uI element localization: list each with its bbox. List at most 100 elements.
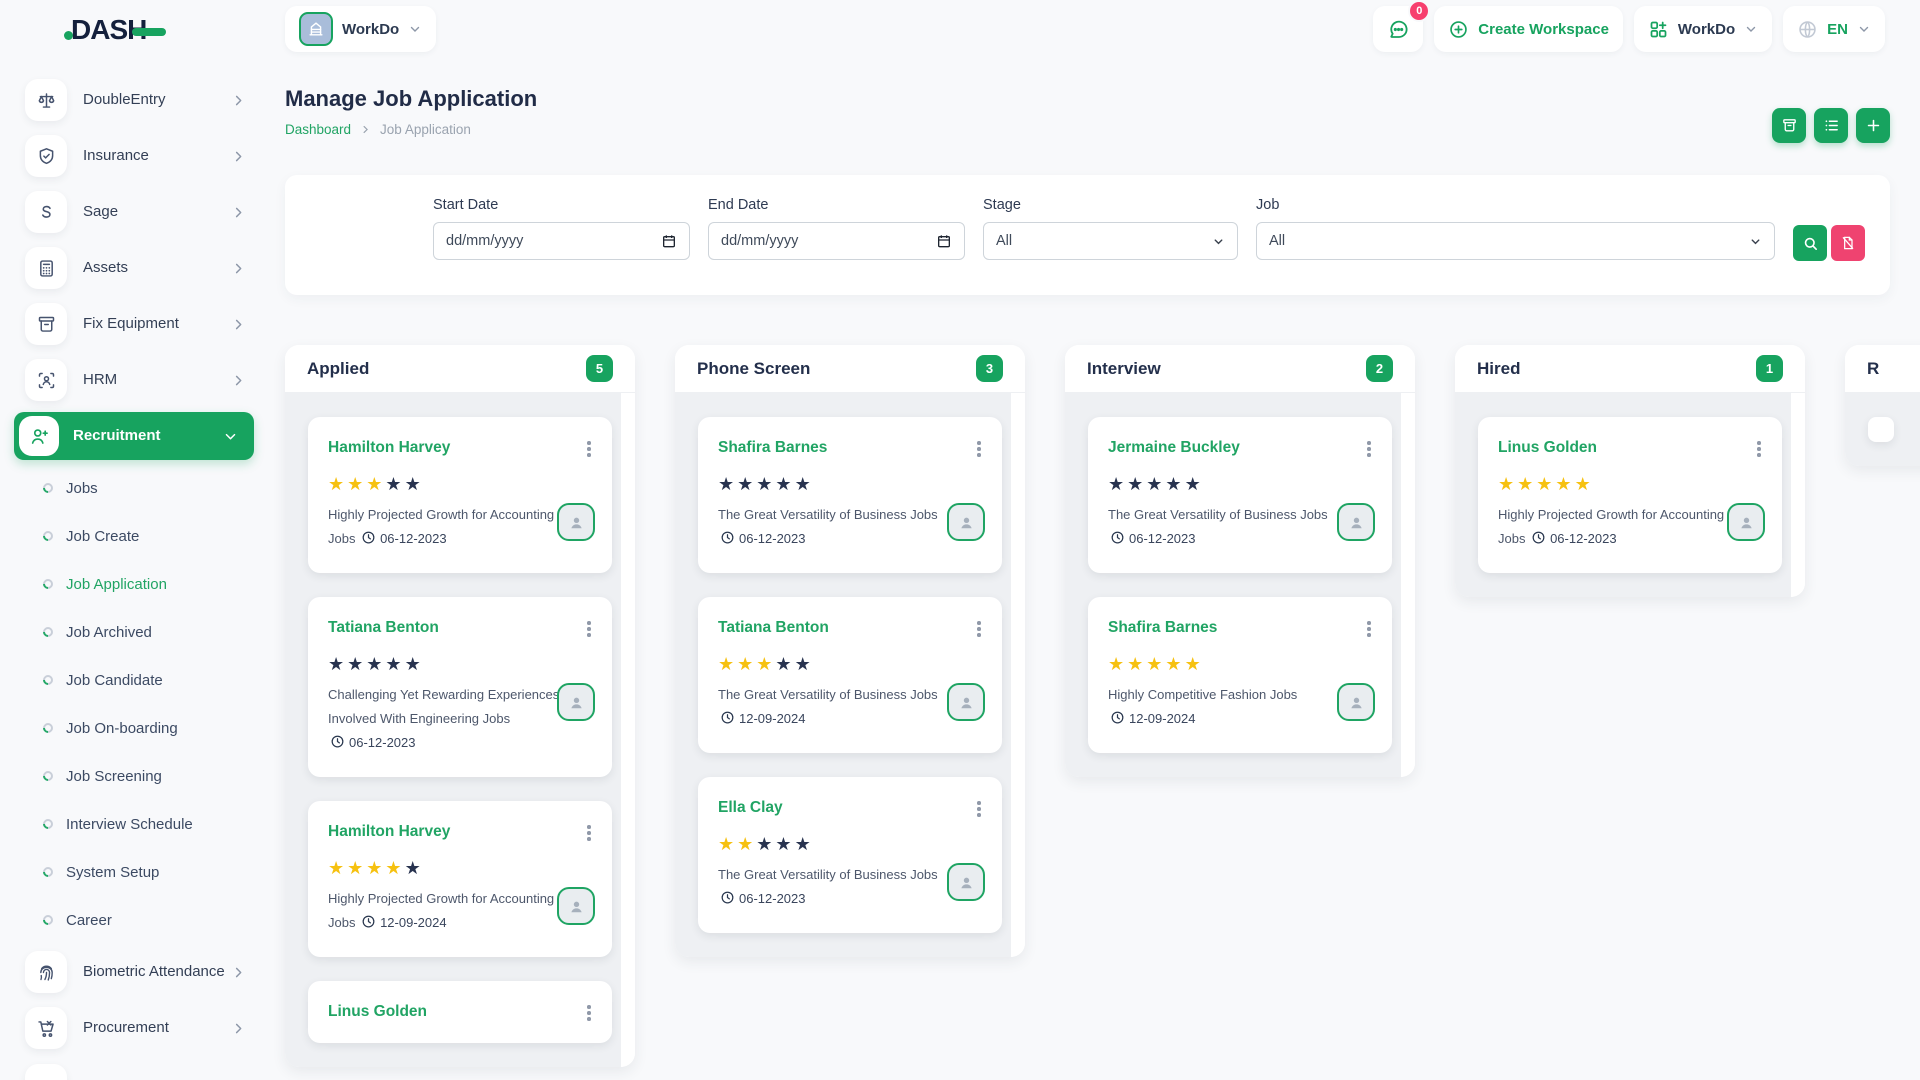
- applicant-card[interactable]: Shafira Barnes★★★★★Highly Competitive Fa…: [1088, 597, 1392, 753]
- applicant-name-link[interactable]: Hamilton Harvey: [328, 439, 450, 457]
- bullet-icon: [41, 865, 55, 879]
- star-filled-icon: ★: [737, 834, 756, 854]
- create-workspace-button[interactable]: Create Workspace: [1434, 6, 1623, 52]
- kebab-menu-button[interactable]: [580, 821, 598, 845]
- workdo-menu-button[interactable]: WorkDo: [1634, 6, 1772, 52]
- job-description: Highly Competitive Fashion Jobs 12-09-20…: [1108, 683, 1358, 731]
- applied-date: 06-12-2023: [1529, 531, 1617, 546]
- reset-filter-button[interactable]: [1831, 225, 1865, 261]
- star-empty-icon: ★: [385, 474, 404, 494]
- kanban-column-applied: Applied5Hamilton Harvey★★★★★Highly Proje…: [285, 345, 635, 1067]
- applicant-name-link[interactable]: Jermaine Buckley: [1108, 439, 1240, 457]
- archive-button[interactable]: [1772, 108, 1806, 143]
- chevron-right-icon: [231, 317, 246, 332]
- search-icon: [1802, 235, 1819, 252]
- sidebar-icon-box: [25, 191, 67, 233]
- applicant-name-link[interactable]: Tatiana Benton: [718, 619, 829, 637]
- sidebar-item-sage[interactable]: Sage: [0, 184, 270, 240]
- start-date-input[interactable]: dd/mm/yyyy: [433, 222, 690, 260]
- sidebar-subitem-job-application[interactable]: Job Application: [0, 560, 270, 608]
- column-card-list: Shafira Barnes★★★★★The Great Versatility…: [675, 393, 1025, 957]
- kebab-menu-button[interactable]: [580, 617, 598, 641]
- sidebar-subitem-career[interactable]: Career: [0, 896, 270, 944]
- chevron-right-icon: [231, 205, 246, 220]
- breadcrumb-dashboard-link[interactable]: Dashboard: [285, 122, 351, 137]
- star-filled-icon: ★: [1127, 654, 1146, 674]
- star-filled-icon: ★: [1108, 654, 1127, 674]
- applicant-card[interactable]: Linus Golden: [308, 981, 612, 1043]
- applicant-card[interactable]: Hamilton Harvey★★★★★Highly Projected Gro…: [308, 801, 612, 957]
- sidebar-item-label: DoubleEntry: [83, 91, 231, 110]
- applicant-card[interactable]: Linus Golden★★★★★Highly Projected Growth…: [1478, 417, 1782, 573]
- sidebar-subitem-job-archived[interactable]: Job Archived: [0, 608, 270, 656]
- sage-letter-icon: [36, 202, 57, 223]
- language-selector[interactable]: EN: [1783, 6, 1885, 52]
- sidebar-subitem-job-candidate[interactable]: Job Candidate: [0, 656, 270, 704]
- search-button[interactable]: [1793, 225, 1827, 261]
- calendar-icon: [661, 233, 677, 249]
- sidebar-item-doubleentry[interactable]: DoubleEntry: [0, 72, 270, 128]
- date-text: 12-09-2024: [1129, 711, 1196, 726]
- applicant-name-link[interactable]: Tatiana Benton: [328, 619, 439, 637]
- kebab-menu-button[interactable]: [580, 437, 598, 461]
- sidebar-item-biometric-attendance[interactable]: Biometric Attendance: [0, 944, 270, 1000]
- sidebar-item-fix-equipment[interactable]: Fix Equipment: [0, 296, 270, 352]
- star-empty-icon: ★: [405, 858, 424, 878]
- sidebar-menu: DoubleEntry InsuranceSageAssetsFix Equipm…: [0, 58, 270, 1080]
- kebab-menu-button[interactable]: [970, 797, 988, 821]
- kebab-menu-button[interactable]: [1750, 437, 1768, 461]
- sidebar-subitem-job-on-boarding[interactable]: Job On-boarding: [0, 704, 270, 752]
- star-filled-icon: ★: [328, 474, 347, 494]
- add-button[interactable]: [1856, 108, 1890, 143]
- applicant-card[interactable]: Tatiana Benton★★★★★Challenging Yet Rewar…: [308, 597, 612, 777]
- main-content: Manage Job Application Dashboard Job App…: [270, 58, 1920, 1080]
- sidebar-subitem-jobs[interactable]: Jobs: [0, 464, 270, 512]
- sidebar-item-procurement[interactable]: Procurement: [0, 1000, 270, 1056]
- applicant-name-link[interactable]: Hamilton Harvey: [328, 823, 450, 841]
- applicant-name-link[interactable]: Shafira Barnes: [718, 439, 827, 457]
- sidebar-subitem-label: Job Archived: [66, 624, 152, 641]
- sidebar-item-hrm[interactable]: HRM: [0, 352, 270, 408]
- person-scan-icon: [36, 370, 57, 391]
- kebab-menu-button[interactable]: [1360, 617, 1378, 641]
- sidebar-subitem-job-screening[interactable]: Job Screening: [0, 752, 270, 800]
- clock-icon: [720, 710, 735, 725]
- kebab-menu-button[interactable]: [580, 1001, 598, 1025]
- column-header: Applied5: [285, 345, 635, 393]
- sidebar-subitem-job-create[interactable]: Job Create: [0, 512, 270, 560]
- star-filled-icon: ★: [366, 474, 385, 494]
- sidebar-subitem-system-setup[interactable]: System Setup: [0, 848, 270, 896]
- stage-select[interactable]: All: [983, 222, 1238, 260]
- applicant-name-link[interactable]: Linus Golden: [328, 1003, 427, 1021]
- language-label: EN: [1827, 21, 1848, 38]
- applicant-name-link[interactable]: Linus Golden: [1498, 439, 1597, 457]
- kebab-menu-button[interactable]: [970, 617, 988, 641]
- person-icon: [567, 693, 586, 712]
- applied-date: 12-09-2024: [718, 711, 806, 726]
- applicant-card[interactable]: Ella Clay★★★★★The Great Versatility of B…: [698, 777, 1002, 933]
- applicant-name-link[interactable]: Shafira Barnes: [1108, 619, 1217, 637]
- sidebar-item-insurance[interactable]: Insurance: [0, 128, 270, 184]
- archive-icon: [1781, 117, 1798, 134]
- applicant-card[interactable]: Tatiana Benton★★★★★The Great Versatility…: [698, 597, 1002, 753]
- applicant-name-link[interactable]: Ella Clay: [718, 799, 783, 817]
- workspace-switcher[interactable]: WorkDo: [285, 6, 436, 52]
- bullet-icon: [41, 673, 55, 687]
- applicant-card[interactable]: Jermaine Buckley★★★★★The Great Versatili…: [1088, 417, 1392, 573]
- list-view-button[interactable]: [1814, 108, 1848, 143]
- star-filled-icon: ★: [366, 858, 385, 878]
- applicant-card[interactable]: Hamilton Harvey★★★★★Highly Projected Gro…: [308, 417, 612, 573]
- end-date-placeholder: dd/mm/yyyy: [721, 233, 798, 249]
- kebab-menu-button[interactable]: [970, 437, 988, 461]
- kebab-menu-button[interactable]: [1360, 437, 1378, 461]
- end-date-input[interactable]: dd/mm/yyyy: [708, 222, 965, 260]
- dash-logo: DASH: [64, 14, 166, 46]
- job-select[interactable]: All: [1256, 222, 1775, 260]
- sidebar-subitem-interview-schedule[interactable]: Interview Schedule: [0, 800, 270, 848]
- sidebar-item-recruitment-active[interactable]: Recruitment: [14, 412, 254, 460]
- messages-button[interactable]: 0: [1373, 6, 1423, 52]
- chevron-right-icon: [360, 124, 371, 135]
- sidebar-icon-box: [25, 359, 67, 401]
- applicant-card[interactable]: Shafira Barnes★★★★★The Great Versatility…: [698, 417, 1002, 573]
- sidebar-item-assets[interactable]: Assets: [0, 240, 270, 296]
